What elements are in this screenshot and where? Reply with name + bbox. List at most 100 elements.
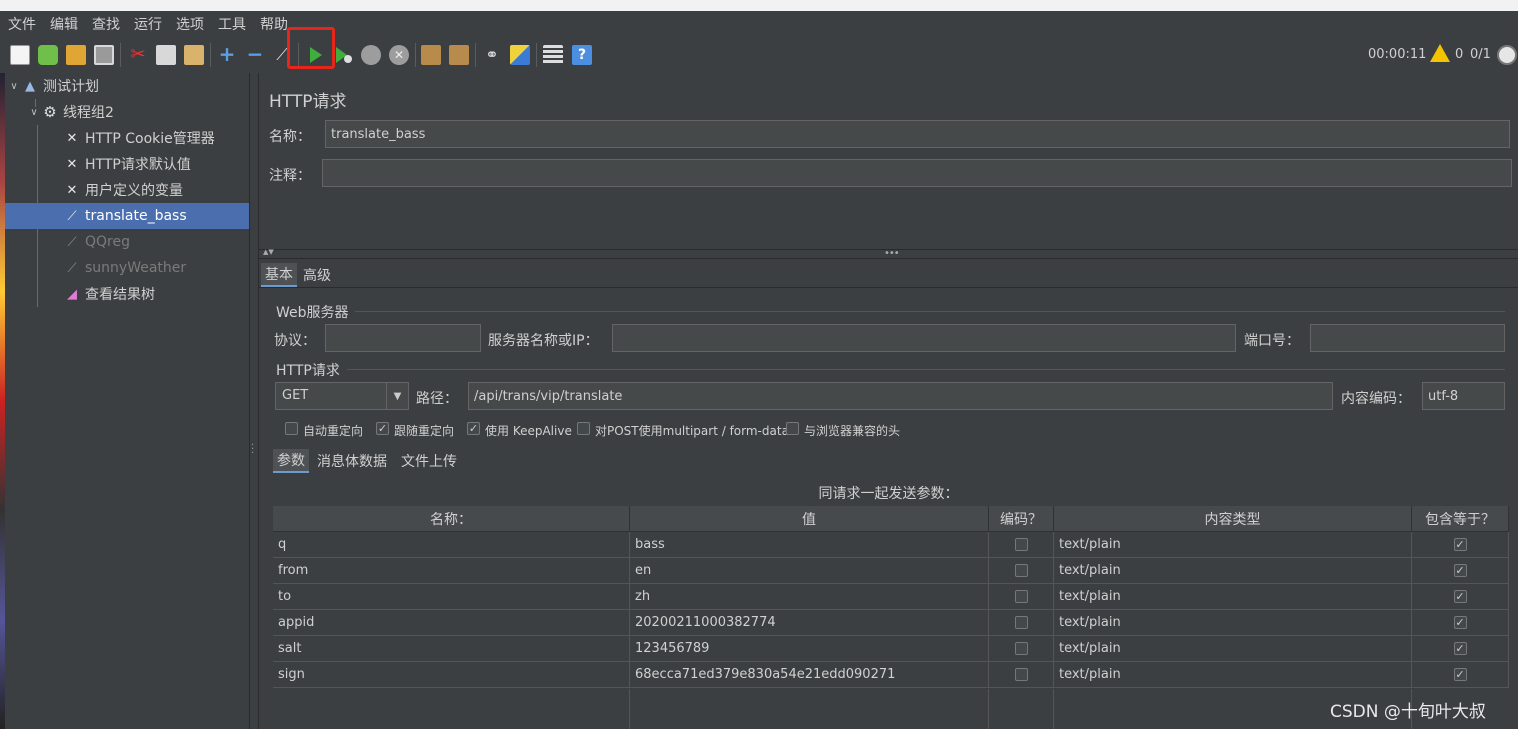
- drag-handle-icon[interactable]: •••: [884, 248, 900, 259]
- keepalive-checkbox[interactable]: ✓: [467, 422, 480, 435]
- include-equals-cell[interactable]: ✓: [1412, 662, 1509, 688]
- shutdown-icon[interactable]: ✕: [389, 45, 409, 65]
- tree-item-qqreg[interactable]: ⟋ QQreg: [5, 229, 249, 255]
- column-header-name[interactable]: 名称：: [273, 506, 630, 532]
- content-type-cell[interactable]: text/plain: [1054, 662, 1412, 688]
- column-header-value[interactable]: 值: [630, 506, 989, 532]
- name-field[interactable]: translate_bass: [325, 120, 1510, 148]
- name-cell[interactable]: to: [273, 584, 630, 610]
- tree-item-test-plan[interactable]: ∨ ▲ 测试计划: [5, 73, 249, 99]
- templates-icon[interactable]: [38, 45, 58, 65]
- remote-globe-icon[interactable]: [1497, 45, 1517, 65]
- clear-all-icon[interactable]: [449, 45, 469, 65]
- tab-parameters[interactable]: 参数: [273, 449, 309, 473]
- encode-checkbox[interactable]: [1014, 668, 1028, 681]
- value-cell[interactable]: zh: [630, 584, 989, 610]
- menu-run[interactable]: 运行: [134, 14, 162, 34]
- open-folder-icon[interactable]: [66, 45, 86, 65]
- value-cell[interactable]: bass: [630, 532, 989, 558]
- tree-item-cookie-manager[interactable]: ✕ HTTP Cookie管理器: [5, 125, 249, 151]
- comment-field[interactable]: [322, 159, 1512, 187]
- include-equals-cell[interactable]: ✓: [1412, 532, 1509, 558]
- include-equals-cell[interactable]: ✓: [1412, 636, 1509, 662]
- binoculars-icon[interactable]: ⚭: [482, 45, 502, 65]
- tree-item-results-tree[interactable]: ◢ 查看结果树: [5, 281, 249, 307]
- menu-file[interactable]: 文件: [8, 14, 36, 34]
- encode-checkbox[interactable]: [1014, 590, 1028, 603]
- copy-icon[interactable]: [156, 45, 176, 65]
- value-cell[interactable]: 123456789: [630, 636, 989, 662]
- protocol-field[interactable]: [325, 324, 481, 352]
- content-type-cell[interactable]: text/plain: [1054, 636, 1412, 662]
- reset-search-icon[interactable]: [510, 45, 530, 65]
- content-type-cell[interactable]: text/plain: [1054, 532, 1412, 558]
- multipart-checkbox[interactable]: [577, 422, 590, 435]
- include-equals-checkbox[interactable]: ✓: [1453, 590, 1467, 603]
- encode-cell[interactable]: [989, 532, 1054, 558]
- collapse-icon[interactable]: −: [245, 44, 265, 65]
- menu-edit[interactable]: 编辑: [50, 14, 78, 34]
- chevron-down-icon[interactable]: ▼: [386, 383, 408, 409]
- method-select[interactable]: GET ▼: [275, 382, 409, 410]
- encode-cell[interactable]: [989, 636, 1054, 662]
- value-cell[interactable]: 68ecca71ed379e830a54e21edd090271: [630, 662, 989, 688]
- name-cell[interactable]: appid: [273, 610, 630, 636]
- drag-handle-icon[interactable]: · · ·: [251, 441, 257, 459]
- tab-basic[interactable]: 基本: [261, 263, 297, 287]
- value-cell[interactable]: 20200211000382774: [630, 610, 989, 636]
- follow-redirects-checkbox[interactable]: ✓: [376, 422, 389, 435]
- encode-cell[interactable]: [989, 610, 1054, 636]
- tree-item-user-variables[interactable]: ✕ 用户定义的变量: [5, 177, 249, 203]
- include-equals-checkbox[interactable]: ✓: [1453, 642, 1467, 655]
- content-type-cell[interactable]: text/plain: [1054, 584, 1412, 610]
- tree-item-translate-bass[interactable]: ⟋ translate_bass: [5, 203, 249, 229]
- clear-icon[interactable]: [421, 45, 441, 65]
- splitter-arrows-icon[interactable]: ▲▼: [263, 248, 274, 256]
- include-equals-cell[interactable]: ✓: [1412, 558, 1509, 584]
- encode-checkbox[interactable]: [1014, 538, 1028, 551]
- menu-help[interactable]: 帮助: [260, 14, 288, 34]
- function-helper-icon[interactable]: [543, 45, 563, 65]
- warning-icon[interactable]: [1430, 44, 1450, 62]
- help-icon[interactable]: ?: [572, 45, 592, 65]
- name-cell[interactable]: q: [273, 532, 630, 558]
- column-header-encode[interactable]: 编码？: [989, 506, 1054, 532]
- include-equals-cell[interactable]: ✓: [1412, 584, 1509, 610]
- auto-redirect-checkbox[interactable]: [285, 422, 298, 435]
- expand-icon[interactable]: +: [217, 44, 237, 65]
- content-type-cell[interactable]: text/plain: [1054, 610, 1412, 636]
- name-cell[interactable]: from: [273, 558, 630, 584]
- include-equals-checkbox[interactable]: ✓: [1453, 668, 1467, 681]
- path-field[interactable]: /api/trans/vip/translate: [468, 382, 1333, 410]
- save-icon[interactable]: [94, 45, 114, 65]
- include-equals-cell[interactable]: ✓: [1412, 610, 1509, 636]
- tree-item-thread-group[interactable]: ∨ ⚙ 线程组2: [5, 99, 249, 125]
- encode-cell[interactable]: [989, 558, 1054, 584]
- name-cell[interactable]: sign: [273, 662, 630, 688]
- tab-advanced[interactable]: 高级: [299, 263, 335, 287]
- encode-checkbox[interactable]: [1014, 616, 1028, 629]
- encode-checkbox[interactable]: [1014, 642, 1028, 655]
- tree-item-sunnyweather[interactable]: ⟋ sunnyWeather: [5, 255, 249, 281]
- menu-tools[interactable]: 工具: [218, 14, 246, 34]
- value-cell[interactable]: en: [630, 558, 989, 584]
- server-field[interactable]: [612, 324, 1236, 352]
- name-cell[interactable]: salt: [273, 636, 630, 662]
- chevron-down-icon[interactable]: ∨: [27, 107, 41, 118]
- column-header-content-type[interactable]: 内容类型: [1054, 506, 1412, 532]
- content-type-cell[interactable]: text/plain: [1054, 558, 1412, 584]
- menu-search[interactable]: 查找: [92, 14, 120, 34]
- encode-cell[interactable]: [989, 584, 1054, 610]
- tab-body-data[interactable]: 消息体数据: [313, 449, 391, 473]
- tree-item-request-defaults[interactable]: ✕ HTTP请求默认值: [5, 151, 249, 177]
- encoding-field[interactable]: utf-8: [1422, 382, 1505, 410]
- start-no-pause-icon[interactable]: [333, 45, 353, 65]
- include-equals-checkbox[interactable]: ✓: [1453, 616, 1467, 629]
- include-equals-checkbox[interactable]: ✓: [1453, 538, 1467, 551]
- port-field[interactable]: [1310, 324, 1505, 352]
- include-equals-checkbox[interactable]: ✓: [1453, 564, 1467, 577]
- cut-icon[interactable]: ✂: [128, 45, 148, 65]
- encode-checkbox[interactable]: [1014, 564, 1028, 577]
- tab-file-upload[interactable]: 文件上传: [397, 449, 461, 473]
- column-header-include-equals[interactable]: 包含等于？: [1412, 506, 1509, 532]
